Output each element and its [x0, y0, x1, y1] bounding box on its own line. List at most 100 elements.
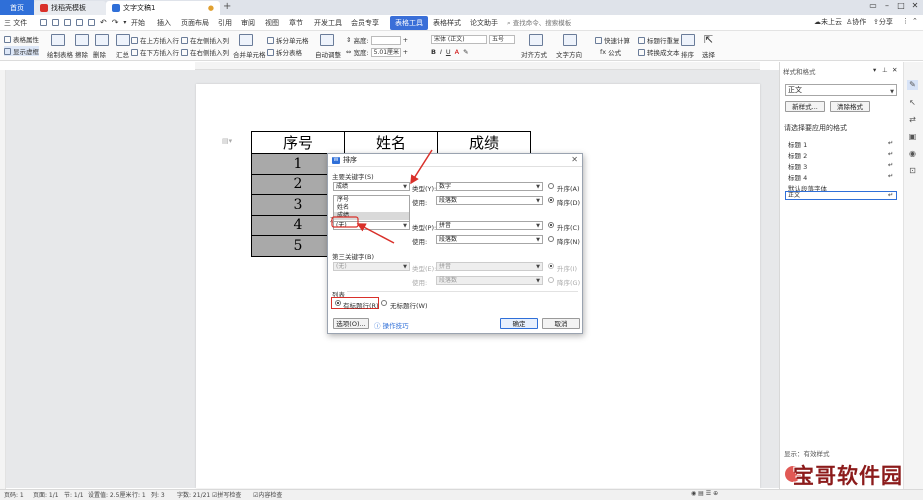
insert-row-below-button[interactable]: 在下方插入行 — [131, 47, 179, 57]
asc3-radio[interactable] — [548, 263, 554, 269]
horizontal-ruler[interactable] — [195, 62, 760, 70]
command-search[interactable]: ⌕ 查找命令、搜索模板 — [507, 17, 602, 28]
menu-chapter[interactable]: 章节 — [289, 16, 303, 30]
align-label[interactable]: 对齐方式 — [521, 49, 547, 59]
eye-icon[interactable]: ◉ — [691, 490, 696, 497]
style-pen-icon[interactable]: ✎ — [907, 80, 918, 90]
use-select[interactable]: 段落数 ▼ — [436, 196, 543, 205]
spell-check-button[interactable]: ☑拼写检查 — [212, 490, 241, 499]
split-table-button[interactable]: 拆分表格 — [267, 47, 302, 57]
menu-start[interactable]: 开始 — [131, 16, 145, 30]
asc2-radio[interactable] — [548, 222, 554, 228]
font-name-select[interactable]: 宋体 (正文) — [431, 35, 487, 44]
asc-radio[interactable] — [548, 183, 554, 189]
tag-icon[interactable]: ⊡ — [907, 166, 918, 176]
select-cursor-icon[interactable]: ⇱ — [704, 33, 713, 46]
select-arrow-icon[interactable]: ↖ — [907, 98, 918, 108]
asc3-label[interactable]: 升序(I) — [557, 263, 577, 273]
insert-col-right-button[interactable]: 在右侧插入列 — [181, 47, 229, 57]
clear-format-button[interactable]: 清除格式 — [830, 101, 870, 112]
status-words[interactable]: 字数: 21/21 — [177, 490, 210, 499]
underline-icon[interactable]: U — [446, 48, 451, 56]
current-style-select[interactable]: 正文 ▼ — [785, 84, 897, 96]
auto-fit-icon[interactable] — [320, 34, 334, 46]
status-section[interactable]: 节: 1/1 — [64, 490, 84, 499]
bold-icon[interactable]: B — [431, 48, 436, 56]
style-item-heading1[interactable]: 标题 1 — [788, 139, 807, 149]
location-icon[interactable]: ◉ — [907, 149, 918, 159]
auto-fit-label[interactable]: 自动调整 — [315, 49, 341, 59]
repeat-header-button[interactable]: 标题行重复 — [638, 35, 680, 45]
quick-access-more-icon[interactable]: ▾ — [123, 19, 126, 26]
style-item-heading2[interactable]: 标题 2 — [788, 150, 807, 160]
more-icon[interactable]: ⋮ — [902, 17, 909, 25]
has-header-label[interactable]: 有标题行(R) — [343, 300, 379, 310]
draw-table-icon[interactable] — [51, 34, 65, 46]
save-icon[interactable] — [40, 19, 47, 26]
page-view-icon[interactable]: ▤ — [698, 490, 704, 497]
redo-icon[interactable]: ↷ — [112, 18, 119, 27]
tab-home[interactable]: 首页 — [0, 0, 34, 15]
style-item-body[interactable]: 正文 — [785, 191, 897, 200]
draw-table-label[interactable]: 绘制表格 — [47, 49, 73, 59]
quick-calc-button[interactable]: 快速计算 — [595, 35, 630, 45]
delete-icon[interactable] — [95, 34, 109, 46]
summary-label[interactable]: 汇总 — [116, 49, 129, 59]
print-preview-icon[interactable] — [76, 19, 83, 26]
tips-link[interactable]: ⓘ 操作技巧 — [374, 320, 409, 330]
eraser-icon[interactable] — [75, 34, 89, 46]
style-item-heading4[interactable]: 标题 4 — [788, 172, 807, 182]
maximize-icon[interactable]: □ — [896, 1, 906, 13]
desc2-radio[interactable] — [548, 236, 554, 242]
close-icon[interactable]: ✕ — [910, 1, 920, 13]
adjust-icon[interactable]: ⇄ — [907, 115, 918, 125]
formula-button[interactable]: fx 公式 — [600, 47, 621, 57]
erase-label[interactable]: 擦除 — [75, 49, 88, 59]
cancel-button[interactable]: 取消 — [542, 318, 580, 329]
dialog-title-bar[interactable]: W 排序 — [328, 154, 582, 167]
select-label[interactable]: 选择 — [702, 49, 715, 59]
outline-view-icon[interactable]: ☰ — [706, 490, 711, 497]
collapse-ribbon-icon[interactable]: ⌃ — [912, 17, 918, 25]
align-icon[interactable] — [529, 34, 543, 46]
panel-close-icon[interactable]: ✕ — [892, 66, 897, 74]
col-width-field[interactable]: ⇔ 宽度: 5.01厘米 + — [346, 47, 408, 57]
italic-icon[interactable]: I — [440, 48, 442, 56]
menu-thesis[interactable]: 论文助手 — [470, 16, 498, 30]
primary-key-select[interactable]: 成绩 ▼ — [333, 182, 410, 191]
insert-col-left-button[interactable]: 在左侧插入列 — [181, 35, 229, 45]
status-page[interactable]: 页码: 1 — [4, 490, 24, 499]
print-icon[interactable] — [64, 19, 71, 26]
status-pages[interactable]: 页面: 1/1 — [33, 490, 59, 499]
show-grid-button[interactable]: 显示虚框 — [4, 46, 39, 56]
merge-cells-icon[interactable] — [239, 34, 253, 46]
height-plus-icon[interactable]: + — [403, 36, 408, 44]
convert-text-button[interactable]: 转换成文本 — [638, 47, 680, 57]
undo-icon[interactable]: ↶ — [100, 18, 107, 27]
table-cell[interactable]: 姓名 — [344, 131, 438, 154]
use2-select[interactable]: 段落数 ▼ — [436, 235, 543, 244]
menu-review[interactable]: 审阅 — [241, 16, 255, 30]
font-size-select[interactable]: 五号 — [489, 35, 515, 44]
menu-table-style[interactable]: 表格样式 — [433, 16, 461, 30]
format-painter-icon[interactable] — [88, 19, 95, 26]
insert-row-above-button[interactable]: 在上方插入行 — [131, 35, 179, 45]
export-pdf-icon[interactable] — [52, 19, 59, 26]
web-view-icon[interactable]: ⊕ — [713, 490, 718, 497]
font-color-icon[interactable]: A — [455, 48, 459, 56]
options-button[interactable]: 选项(O)... — [333, 318, 369, 329]
cloud-status[interactable]: ☁未上云 — [814, 17, 842, 27]
table-cell[interactable]: 成绩 — [437, 131, 531, 154]
ok-button[interactable]: 确定 — [500, 318, 538, 329]
desc-label[interactable]: 降序(D) — [557, 197, 580, 207]
share-button[interactable]: ⇪分享 — [873, 17, 893, 27]
summary-icon[interactable] — [116, 34, 130, 46]
file-menu[interactable]: 三 文件 — [4, 16, 27, 30]
status-row[interactable]: 行: 1 — [132, 490, 146, 499]
menu-view[interactable]: 视图 — [265, 16, 279, 30]
menu-member[interactable]: 会员专享 — [351, 16, 379, 30]
menu-table-tools[interactable]: 表格工具 — [390, 16, 428, 30]
collab-button[interactable]: ♙协作 — [846, 17, 866, 27]
menu-references[interactable]: 引用 — [218, 16, 232, 30]
new-style-button[interactable]: 新样式... — [785, 101, 825, 112]
